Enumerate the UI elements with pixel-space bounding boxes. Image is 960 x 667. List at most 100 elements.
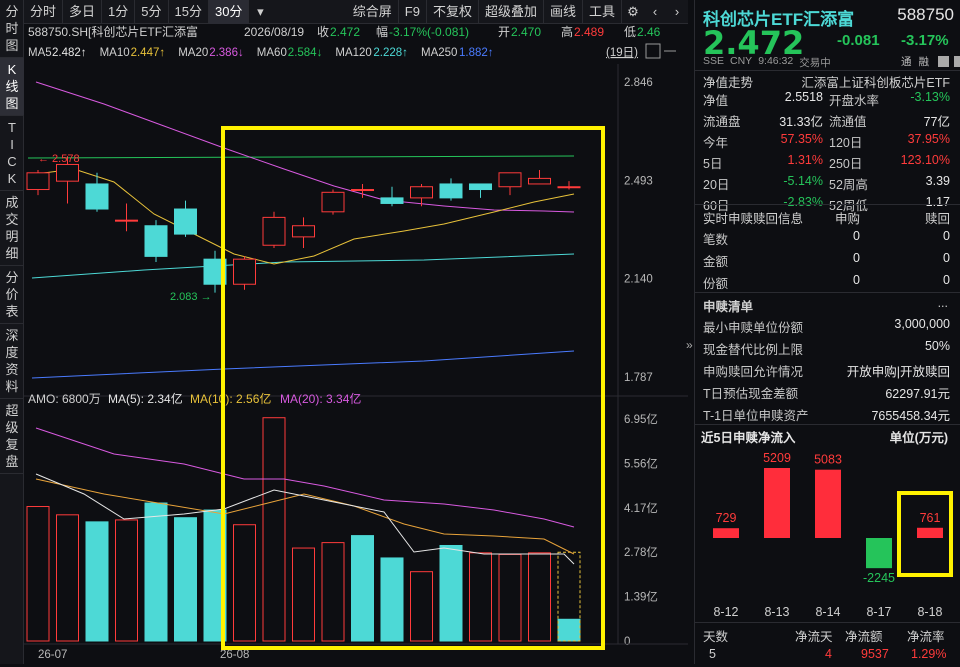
list-row-value: 开放申购|开放赎回 — [846, 365, 950, 379]
nav-trend-link[interactable]: 净值走势 — [703, 72, 753, 91]
low-value: 2.46 — [637, 25, 661, 39]
ma10-line — [35, 168, 575, 265]
left-menu-item-3[interactable]: 成 交 明 细 — [0, 191, 24, 266]
stat-value: 1.17 — [925, 195, 950, 209]
flow-bar-1 — [764, 468, 790, 538]
meta-item-0: SSE — [703, 55, 725, 67]
ma20-line — [35, 81, 575, 213]
stat-label: 流通盘 — [703, 115, 741, 129]
candle-body-17 — [528, 177, 551, 185]
candle-body-4 — [144, 225, 168, 257]
candle-body-10 — [321, 191, 345, 213]
vol-tick-0: 6.95亿 — [624, 413, 658, 426]
tool-button-5[interactable]: 工具 — [583, 0, 622, 24]
flow-value-3: -2245 — [863, 571, 895, 585]
price-tick-1: 2.493 — [624, 175, 653, 187]
candle-body-3 — [115, 219, 138, 222]
market-meta: SSE CNY 9:46:32 交易中 — [703, 55, 831, 70]
divider — [695, 292, 960, 293]
divider — [695, 204, 960, 205]
ma-value-1: 2.447↑ — [131, 47, 166, 59]
period-tab-3[interactable]: 5分 — [135, 0, 169, 24]
chevron-left-icon[interactable]: ‹ — [644, 0, 666, 24]
vol-tick-1: 5.56亿 — [624, 457, 658, 470]
badge-1: 融 — [918, 56, 930, 68]
stat-value: 37.95% — [907, 132, 950, 146]
period-tab-0[interactable]: 分时 — [24, 0, 64, 24]
panel-collapse-icon[interactable]: » — [686, 338, 694, 352]
low-annotation: 2.083 → — [170, 291, 212, 303]
fund-code: 588750 — [897, 5, 954, 24]
candle-body-13 — [410, 186, 433, 199]
redeem-row-label: 笔数 — [703, 233, 729, 247]
candle-body-12 — [380, 197, 404, 204]
vol-ma20-line — [35, 427, 575, 528]
volume-bar-17 — [528, 552, 551, 642]
vol-tick-5: 0 — [624, 636, 630, 648]
volume-bar-18 — [557, 618, 581, 642]
ma-value-3: 2.584↓ — [288, 47, 323, 59]
candle-body-7 — [233, 258, 256, 285]
left-menu-item-6[interactable]: 超 级 复 盘 — [0, 399, 24, 474]
flow-date-2: 8-14 — [815, 605, 840, 619]
period-tab-4[interactable]: 15分 — [169, 0, 209, 24]
tool-button-4[interactable]: 画线 — [544, 0, 583, 24]
chevron-right-icon[interactable]: › — [666, 0, 688, 24]
flow-bar-4 — [917, 527, 943, 538]
flow-value-0: 729 — [716, 511, 737, 525]
ma60-line — [27, 155, 575, 159]
left-menu-item-1[interactable]: K 线 图 — [0, 58, 24, 116]
range-label: 幅 — [376, 24, 388, 39]
tool-button-3[interactable]: 超级叠加 — [479, 0, 544, 24]
more-icon[interactable]: ... — [938, 296, 948, 310]
stat-label: 开盘水率 — [829, 94, 880, 108]
left-menu-item-0[interactable]: 分 时 图 — [0, 0, 24, 58]
period-tab-2[interactable]: 1分 — [102, 0, 136, 24]
volume-bar-8 — [262, 417, 286, 642]
candle-body-16 — [498, 172, 522, 188]
period-tab-1[interactable]: 多日 — [63, 0, 103, 24]
flow-bar-2 — [815, 469, 841, 538]
gear-icon[interactable]: ⚙ — [622, 0, 644, 24]
list-row-value: 50% — [924, 339, 950, 353]
bell-icon[interactable] — [954, 56, 960, 67]
flow-title: 近5日申赎净流入 — [701, 431, 796, 445]
price-change-pct: -3.17% — [901, 32, 949, 49]
left-menu-item-5[interactable]: 深 度 资 料 — [0, 324, 24, 399]
stat-label: 120日 — [829, 136, 863, 150]
list-row-label: T-1日单位申赎资产 — [703, 409, 809, 423]
left-menu-item-4[interactable]: 分 价 表 — [0, 266, 24, 324]
flow-value-2: 5083 — [814, 453, 842, 467]
flow-bar-3 — [866, 538, 892, 569]
tool-button-2[interactable]: 不复权 — [427, 0, 479, 24]
index-name: 汇添富上证科创板芯片ETF — [801, 76, 950, 90]
stat-value: 77亿 — [923, 115, 950, 129]
pencil-icon[interactable] — [938, 56, 949, 67]
meta-item-1: CNY — [730, 55, 753, 67]
stat-value: -3.13% — [910, 90, 950, 104]
volume-bar-7 — [233, 524, 256, 642]
stat-value: -5.14% — [783, 174, 823, 188]
flow-date-4: 8-18 — [917, 605, 942, 619]
kline-chart-svg[interactable]: 588750.SH[科创芯片ETF汇添富 2026/08/19 收 2.472 幅 -3.… — [24, 24, 688, 664]
open-value: 2.470 — [511, 25, 541, 39]
tool-button-1[interactable]: F9 — [399, 0, 427, 24]
divider — [695, 622, 960, 623]
divider — [695, 424, 960, 425]
chevron-down-icon[interactable]: ▾ — [249, 0, 271, 24]
stat-value: 3.39 — [925, 174, 950, 188]
kline-chart-area[interactable]: 588750.SH[科创芯片ETF汇添富 2026/08/19 收 2.472 幅 -3.… — [24, 24, 688, 664]
redeem-row-value: 0 — [853, 229, 860, 243]
ma-label-4: MA120 — [335, 47, 371, 59]
tool-button-0[interactable]: 综合屏 — [347, 0, 399, 24]
stat-value: 31.33亿 — [779, 115, 823, 129]
volume-bar-5 — [174, 517, 197, 642]
redeem-row-value: 0 — [943, 251, 950, 265]
stat-label: 今年 — [703, 136, 729, 150]
volume-bar-4 — [144, 502, 168, 642]
stat-label: 5日 — [703, 157, 723, 171]
stat-value: -2.83% — [783, 195, 823, 209]
period-tab-5[interactable]: 30分 — [208, 0, 250, 24]
chart-header-symbol: 588750.SH[科创芯片ETF汇添富 — [28, 24, 198, 39]
left-menu-item-2[interactable]: T I C K — [0, 116, 24, 191]
